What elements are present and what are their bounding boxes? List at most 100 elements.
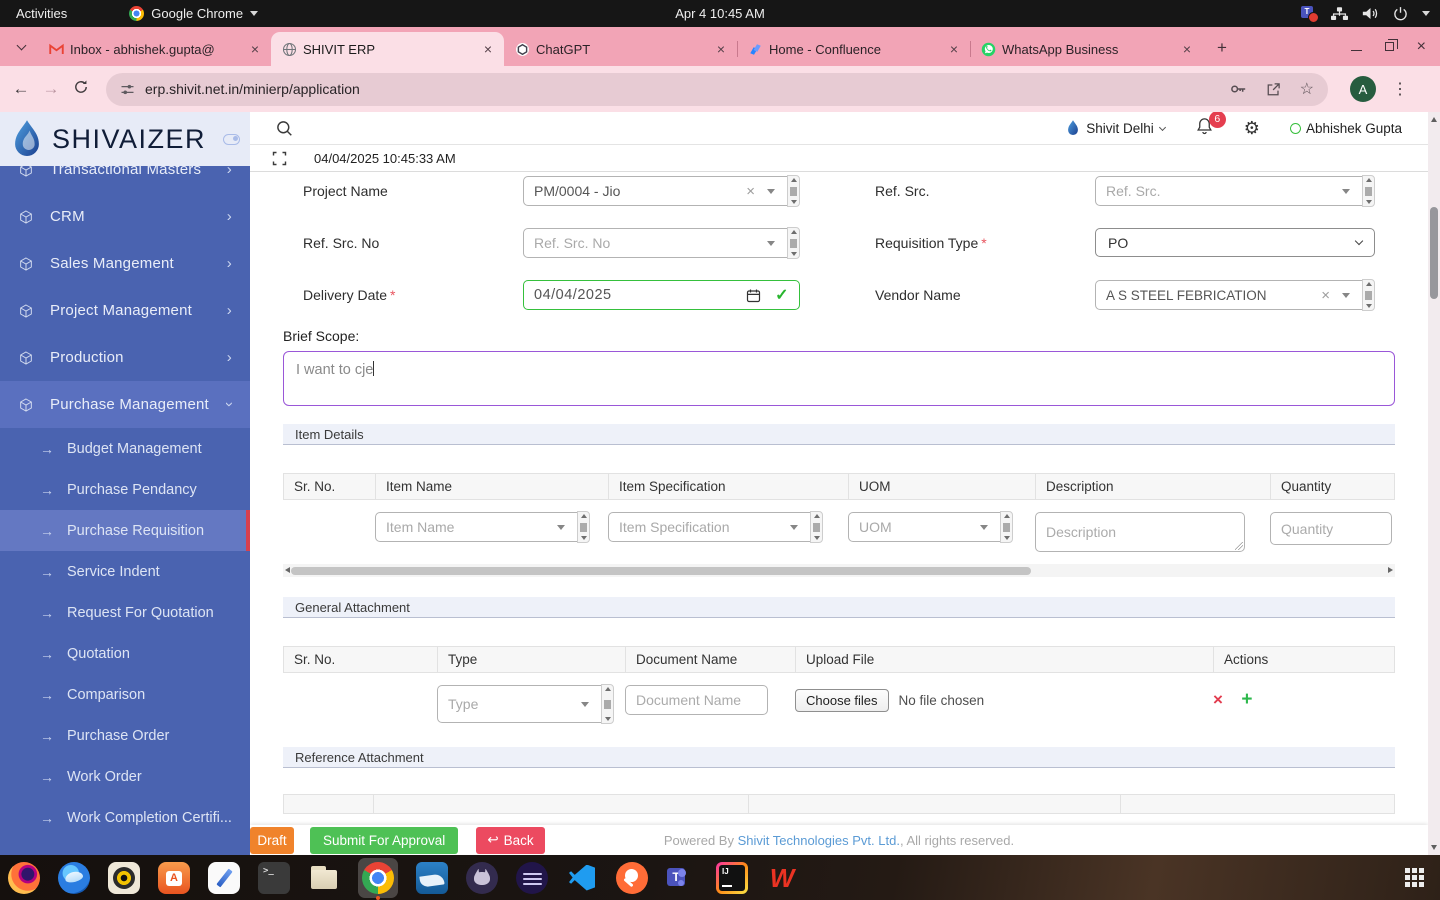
fullscreen-icon[interactable] <box>272 151 287 166</box>
delivery-date-input[interactable]: 04/04/2025 ✓ <box>523 280 800 310</box>
resize-handle-icon[interactable] <box>1235 542 1243 550</box>
choose-files-button[interactable]: Choose files <box>795 689 889 712</box>
forward-icon[interactable]: → <box>36 79 66 99</box>
sidebar-item-sales-management[interactable]: Sales Mangement › <box>0 240 250 287</box>
uom-select[interactable]: UOM <box>848 511 1013 543</box>
select-scrollbar[interactable] <box>1000 511 1013 543</box>
gear-icon[interactable]: ⚙ <box>1244 118 1260 139</box>
profile-avatar[interactable]: A <box>1350 76 1376 102</box>
sidebar-item-request-for-quotation[interactable]: → Request For Quotation <box>0 592 250 633</box>
app-grid-icon[interactable] <box>1405 868 1424 887</box>
teams-icon[interactable] <box>666 862 698 894</box>
restore-button[interactable] <box>1384 39 1399 51</box>
scroll-down-arrow[interactable] <box>1430 845 1437 850</box>
new-tab-button[interactable]: + <box>1209 35 1235 61</box>
tab-chatgpt[interactable]: ChatGPT × <box>504 32 737 66</box>
browser-scrollbar[interactable] <box>1428 112 1440 855</box>
chrome-icon[interactable] <box>362 861 394 894</box>
tab-close-icon[interactable]: × <box>1179 41 1195 57</box>
brief-scope-textarea[interactable]: I want to cje <box>283 351 1395 406</box>
type-select[interactable]: Type <box>437 684 614 724</box>
back-button[interactable]: ↩ Back <box>476 826 545 854</box>
app-menu-button[interactable]: Google Chrome <box>129 6 259 21</box>
power-icon[interactable] <box>1393 6 1408 21</box>
sidebar-item-budget-management[interactable]: → Budget Management <box>0 428 250 469</box>
sidebar-item-purchase-pendancy[interactable]: → Purchase Pendancy <box>0 469 250 510</box>
reload-icon[interactable] <box>66 79 96 100</box>
add-plus-icon[interactable]: + <box>1241 689 1252 710</box>
sidebar-item-project-management[interactable]: Project Management › <box>0 287 250 334</box>
close-window-button[interactable]: × <box>1417 38 1426 56</box>
scrollbar-thumb[interactable] <box>1430 207 1438 299</box>
minimize-button[interactable] <box>1350 49 1362 52</box>
org-selector[interactable]: Shivit Delhi <box>1066 119 1166 137</box>
thunderbird-icon[interactable] <box>58 861 90 894</box>
tab-shivit-erp[interactable]: SHIVIT ERP × <box>271 32 504 66</box>
github-desktop-icon[interactable] <box>466 861 498 894</box>
scroll-up-arrow[interactable] <box>1430 117 1437 122</box>
postman-icon[interactable] <box>616 861 648 894</box>
intellij-icon[interactable] <box>716 862 748 894</box>
search-icon[interactable] <box>276 120 293 137</box>
company-link[interactable]: Shivit Technologies Pvt. Ltd. <box>738 833 900 848</box>
tray-chevron-icon[interactable] <box>1422 11 1430 16</box>
activities-button[interactable]: Activities <box>16 6 67 21</box>
sidebar-item-crm[interactable]: CRM › <box>0 193 250 240</box>
files-icon[interactable] <box>308 862 340 894</box>
address-bar[interactable]: erp.shivit.net.in/minierp/application ☆ <box>106 72 1328 106</box>
sidebar-item-comparison[interactable]: → Comparison <box>0 674 250 715</box>
notifications-button[interactable]: 6 <box>1195 112 1226 141</box>
sidebar-item-work-order[interactable]: → Work Order <box>0 756 250 797</box>
text-editor-icon[interactable] <box>208 861 240 894</box>
sidebar-item-purchase-management[interactable]: Purchase Management › <box>0 381 250 428</box>
select-scrollbar[interactable] <box>810 511 823 543</box>
ref-src-select[interactable]: Ref. Src. <box>1095 175 1375 207</box>
ref-src-no-select[interactable]: Ref. Src. No <box>523 227 800 259</box>
chrome-active-slot[interactable] <box>358 857 398 898</box>
terminal-icon[interactable] <box>258 861 290 894</box>
tab-inbox[interactable]: Inbox - abhishek.gupta@ × <box>38 32 271 66</box>
menu-dots-icon[interactable]: ⋮ <box>1392 79 1408 99</box>
tab-close-icon[interactable]: × <box>946 41 962 57</box>
submit-for-approval-button[interactable]: Submit For Approval <box>310 826 459 854</box>
vendor-name-select[interactable]: A S STEEL FEBRICATION × <box>1095 279 1375 311</box>
draft-button[interactable]: Draft <box>250 826 294 854</box>
password-key-icon[interactable] <box>1229 80 1247 98</box>
description-input[interactable] <box>1035 512 1245 552</box>
firefox-icon[interactable] <box>8 861 40 894</box>
tab-close-icon[interactable]: × <box>480 41 496 57</box>
teams-notification-icon[interactable] <box>1301 6 1319 23</box>
network-icon[interactable] <box>1331 6 1348 21</box>
sidebar-toggle-icon[interactable] <box>223 133 240 145</box>
tab-confluence[interactable]: Home - Confluence × <box>737 32 970 66</box>
tab-close-icon[interactable]: × <box>713 41 729 57</box>
bookmark-star-icon[interactable]: ☆ <box>1300 79 1314 99</box>
volume-icon[interactable] <box>1362 6 1379 21</box>
select-scrollbar[interactable] <box>787 175 800 207</box>
sidebar-item-service-indent[interactable]: → Service Indent <box>0 551 250 592</box>
site-settings-icon[interactable] <box>120 82 135 97</box>
ubuntu-software-icon[interactable] <box>158 861 190 894</box>
select-scrollbar[interactable] <box>1362 175 1375 207</box>
sidebar-item-quotation[interactable]: → Quotation <box>0 633 250 674</box>
sidebar-item-production[interactable]: Production › <box>0 334 250 381</box>
scrollbar-thumb[interactable] <box>291 566 1031 575</box>
sidebar-item-purchase-requisition[interactable]: → Purchase Requisition <box>0 510 250 551</box>
mysql-workbench-icon[interactable] <box>416 861 448 894</box>
wps-office-icon[interactable] <box>766 862 798 894</box>
sidebar-item-purchase-order[interactable]: → Purchase Order <box>0 715 250 756</box>
select-scrollbar[interactable] <box>1362 279 1375 311</box>
tab-whatsapp[interactable]: WhatsApp Business × <box>970 32 1203 66</box>
horizontal-scrollbar[interactable] <box>283 564 1395 577</box>
back-icon[interactable]: ← <box>6 79 36 99</box>
tab-search-button[interactable] <box>8 34 34 60</box>
delete-x-icon[interactable]: × <box>1213 690 1223 709</box>
eclipse-icon[interactable] <box>516 861 548 894</box>
select-scrollbar[interactable] <box>787 227 800 259</box>
calendar-icon[interactable] <box>746 288 761 303</box>
project-name-select[interactable]: PM/0004 - Jio × <box>523 175 800 207</box>
user-menu[interactable]: Abhishek Gupta <box>1289 121 1402 136</box>
item-specification-select[interactable]: Item Specification <box>608 511 823 543</box>
document-name-input[interactable] <box>625 685 768 715</box>
tab-close-icon[interactable]: × <box>247 41 263 57</box>
